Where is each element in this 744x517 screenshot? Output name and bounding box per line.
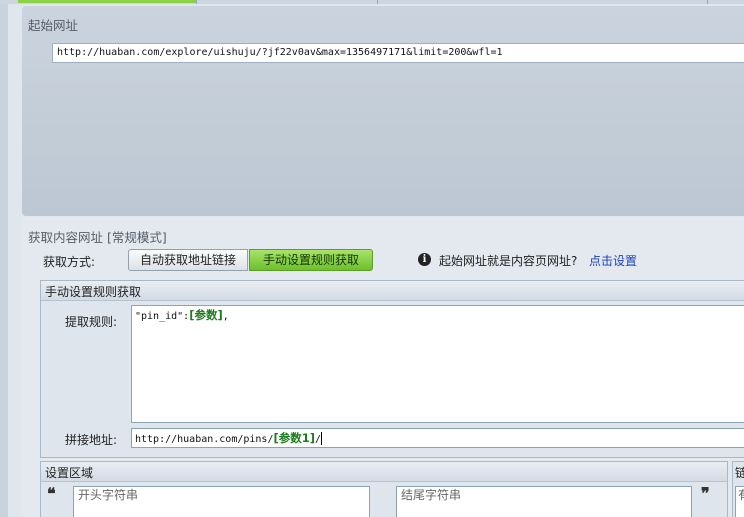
concat-url-input[interactable]: http://huaban.com/pins/[参数1]/ — [131, 428, 744, 448]
start-url-panel — [22, 6, 744, 216]
start-url-input[interactable]: http://huaban.com/explore/uishuju/?jf22v… — [52, 43, 744, 63]
method-label: 获取方式: — [43, 255, 96, 269]
active-tab-indicator[interactable] — [18, 0, 196, 3]
extract-rule-label: 提取规则: — [65, 315, 118, 329]
extract-rule-suffix: , — [222, 311, 229, 322]
left-sidebar-strip — [0, 4, 8, 517]
text-caret — [321, 432, 323, 445]
tab-divider — [196, 0, 197, 4]
right-region-input[interactable]: 有 — [735, 486, 744, 517]
end-string-input[interactable]: 结尾字符串 — [396, 486, 692, 517]
manual-rules-header — [41, 281, 744, 301]
close-quote-icon: ❞ — [701, 484, 710, 503]
right-region-title: 链 — [735, 466, 744, 480]
region-header — [41, 462, 727, 482]
manual-rule-option-button[interactable]: 手动设置规则获取 — [249, 249, 373, 271]
concat-url-label: 拼接地址: — [65, 433, 118, 447]
concat-url-param: [参数1] — [273, 431, 315, 445]
extract-rule-prefix: "pin_id": — [135, 311, 190, 322]
region-title: 设置区域 — [45, 466, 94, 480]
click-settings-link[interactable]: 点击设置 — [589, 252, 637, 269]
extract-rule-param: [参数] — [189, 308, 223, 322]
tab-divider — [707, 0, 708, 4]
extract-rule-textarea[interactable]: "pin_id":[参数], — [131, 305, 744, 423]
concat-url-prefix: http://huaban.com/pins/ — [135, 434, 274, 445]
start-string-input[interactable]: 开头字符串 — [73, 486, 370, 517]
manual-rules-title: 手动设置规则获取 — [45, 285, 142, 299]
content-url-title: 获取内容网址 [常规模式] — [28, 230, 167, 245]
open-quote-icon: ❝ — [47, 484, 56, 503]
tab-divider — [377, 0, 378, 4]
info-icon: i — [418, 253, 431, 266]
start-url-title: 起始网址 — [28, 18, 79, 33]
auto-link-option-button[interactable]: 自动获取地址链接 — [128, 249, 248, 271]
hint-text: 起始网址就是内容页网址? — [439, 254, 578, 268]
